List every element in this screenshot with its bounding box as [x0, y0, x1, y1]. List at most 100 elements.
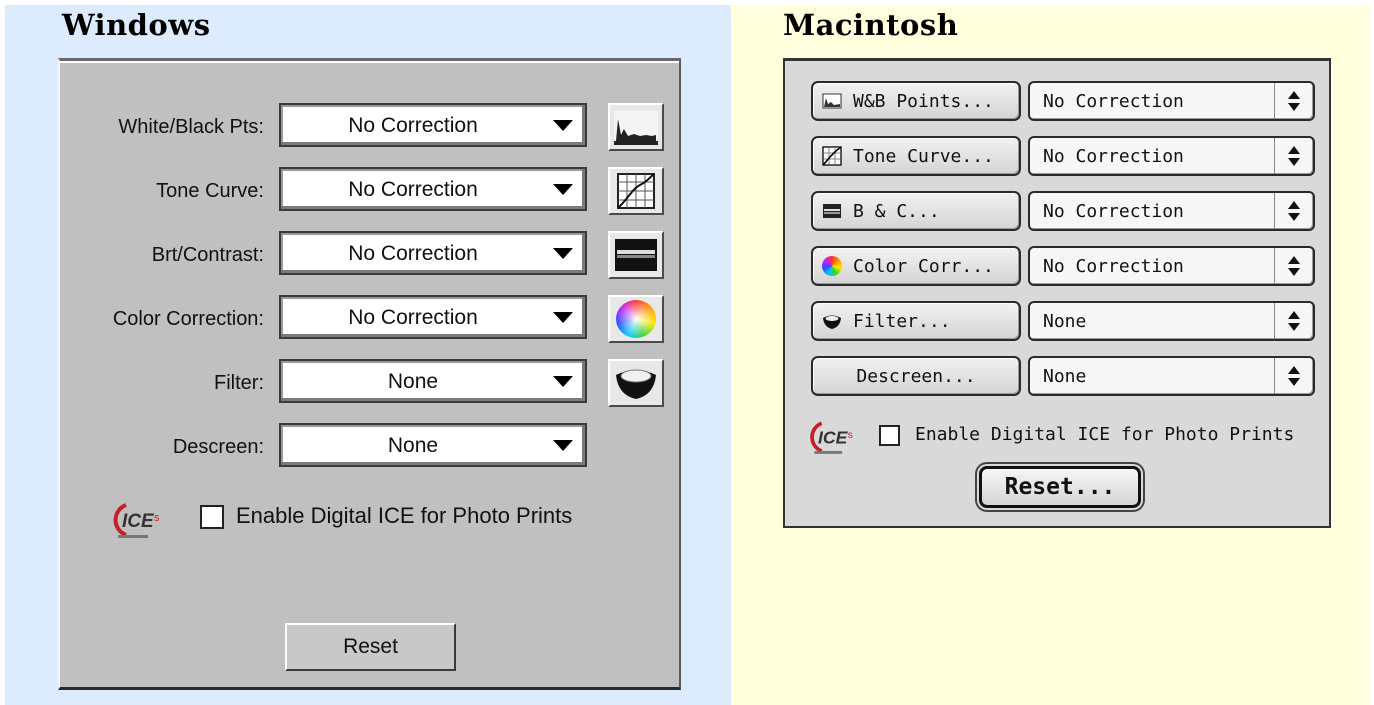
brt-contrast-select[interactable]: No Correction	[279, 231, 587, 275]
tone-curve-label: Tone Curve...	[853, 145, 994, 167]
white-black-select[interactable]: No Correction	[279, 103, 587, 147]
mac-row-descreen: Descreen... None	[811, 356, 1321, 396]
filter-icon	[823, 315, 841, 329]
reset-button[interactable]: Reset	[285, 623, 456, 671]
color-corr-label: Color Corr...	[853, 255, 994, 277]
select-value: No Correction	[348, 114, 478, 137]
bc-label: B & C...	[853, 200, 940, 222]
mac-row-bc: B & C... No Correction	[811, 191, 1321, 231]
color-correction-select[interactable]: No Correction	[279, 295, 587, 339]
color-corr-select[interactable]: No Correction	[1028, 246, 1315, 286]
wb-points-button[interactable]: W&B Points...	[811, 81, 1021, 121]
bc-button[interactable]: B & C...	[811, 191, 1021, 231]
tone-curve-label: Tone Curve:	[156, 180, 264, 202]
tone-curve-icon	[822, 146, 842, 166]
select-value: None	[387, 434, 439, 457]
select-divider	[1274, 358, 1275, 394]
select-value: No Correction	[348, 178, 478, 201]
select-value: No Correction	[1043, 201, 1184, 222]
dropdown-arrow-icon	[553, 184, 573, 195]
brt-contrast-label: Brt/Contrast:	[151, 244, 264, 266]
histogram-icon[interactable]	[608, 103, 664, 151]
enable-ice-label[interactable]: Enable Digital ICE for Photo Prints	[236, 503, 572, 529]
select-divider	[1274, 83, 1275, 119]
digital-ice-logo-icon: ICE s	[810, 421, 853, 454]
digital-ice-logo-icon: ICE s	[113, 503, 160, 538]
descreen-label: Descreen...	[856, 365, 976, 387]
filter-select[interactable]: None	[279, 359, 587, 403]
select-value: None	[1043, 311, 1087, 332]
select-value: None	[387, 370, 439, 393]
windows-row-brt-contrast: Brt/Contrast: No Correction	[60, 231, 679, 279]
windows-row-descreen: Descreen: None	[60, 423, 679, 467]
up-down-arrows-icon	[1288, 91, 1300, 111]
windows-heading: Windows	[62, 8, 211, 42]
mac-dialog: W&B Points... No Correction Tone Curve..…	[783, 58, 1331, 528]
dropdown-arrow-icon	[553, 440, 573, 451]
reset-button[interactable]: Reset...	[979, 466, 1141, 508]
dropdown-arrow-icon	[553, 376, 573, 387]
color-wheel-icon[interactable]	[608, 295, 664, 343]
select-value: No Correction	[1043, 146, 1184, 167]
descreen-button[interactable]: Descreen...	[811, 356, 1021, 396]
select-value: No Correction	[1043, 91, 1184, 112]
bc-select[interactable]: No Correction	[1028, 191, 1315, 231]
select-value: None	[1043, 366, 1087, 387]
descreen-select[interactable]: None	[1028, 356, 1315, 396]
mac-row-color-corr: Color Corr... No Correction	[811, 246, 1321, 286]
dropdown-arrow-icon	[553, 312, 573, 323]
up-down-arrows-icon	[1288, 146, 1300, 166]
tone-curve-select[interactable]: No Correction	[279, 167, 587, 211]
svg-text:s: s	[154, 512, 160, 524]
windows-row-white-black: White/Black Pts: No Correction	[60, 103, 679, 151]
select-divider	[1274, 193, 1275, 229]
mac-row-tone-curve: Tone Curve... No Correction	[811, 136, 1321, 176]
filter-icon[interactable]	[608, 359, 664, 407]
dropdown-arrow-icon	[553, 120, 573, 131]
descreen-select[interactable]: None	[279, 423, 587, 467]
up-down-arrows-icon	[1288, 256, 1300, 276]
windows-ice-row: ICE s Enable Digital ICE for Photo Print…	[108, 499, 668, 545]
tone-curve-button[interactable]: Tone Curve...	[811, 136, 1021, 176]
svg-text:s: s	[848, 430, 853, 441]
descreen-label: Descreen:	[172, 436, 264, 458]
tone-curve-icon[interactable]	[608, 167, 664, 215]
mac-heading: Macintosh	[783, 8, 959, 42]
enable-ice-checkbox[interactable]	[200, 505, 224, 529]
white-black-label: White/Black Pts:	[118, 116, 264, 138]
windows-row-color-correction: Color Correction: No Correction	[60, 295, 679, 343]
mac-row-filter: Filter... None	[811, 301, 1321, 341]
select-divider	[1274, 248, 1275, 284]
windows-row-tone-curve: Tone Curve: No Correction	[60, 167, 679, 215]
select-value: No Correction	[1043, 256, 1184, 277]
up-down-arrows-icon	[1288, 311, 1300, 331]
color-wheel-icon	[822, 256, 842, 276]
select-value: No Correction	[348, 242, 478, 265]
histogram-icon	[822, 93, 842, 109]
filter-button[interactable]: Filter...	[811, 301, 1021, 341]
dropdown-arrow-icon	[553, 248, 573, 259]
wb-points-label: W&B Points...	[853, 90, 994, 112]
windows-row-filter: Filter: None	[60, 359, 679, 407]
svg-text:ICE: ICE	[818, 428, 849, 448]
tone-curve-select[interactable]: No Correction	[1028, 136, 1315, 176]
select-divider	[1274, 138, 1275, 174]
brightness-contrast-icon[interactable]	[608, 231, 664, 279]
select-value: No Correction	[348, 306, 478, 329]
filter-label: Filter...	[853, 310, 951, 332]
filter-label: Filter:	[214, 372, 264, 394]
enable-ice-checkbox[interactable]	[879, 425, 900, 446]
up-down-arrows-icon	[1288, 366, 1300, 386]
mac-ice-row: ICE s Enable Digital ICE for Photo Print…	[805, 417, 1325, 463]
filter-select[interactable]: None	[1028, 301, 1315, 341]
color-corr-button[interactable]: Color Corr...	[811, 246, 1021, 286]
up-down-arrows-icon	[1288, 201, 1300, 221]
windows-dialog: White/Black Pts: No Correction Tone Curv…	[58, 58, 681, 690]
svg-text:ICE: ICE	[122, 511, 155, 532]
brightness-contrast-icon	[823, 204, 841, 218]
color-correction-label: Color Correction:	[112, 308, 264, 330]
select-divider	[1274, 303, 1275, 339]
mac-row-wb-points: W&B Points... No Correction	[811, 81, 1321, 121]
wb-points-select[interactable]: No Correction	[1028, 81, 1315, 121]
enable-ice-label[interactable]: Enable Digital ICE for Photo Prints	[915, 424, 1294, 445]
